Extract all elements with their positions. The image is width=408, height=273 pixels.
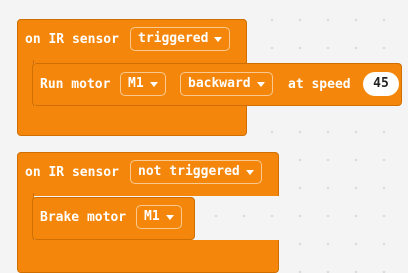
workspace[interactable]: on IR sensor triggered Run motor M1 back… — [0, 0, 408, 273]
motor-value: M1 — [128, 76, 144, 91]
caret-down-icon — [245, 169, 254, 175]
direction-value: backward — [188, 76, 251, 91]
motor-select-dropdown[interactable]: M1 — [120, 72, 166, 96]
event-footer — [17, 106, 247, 136]
motor-select-dropdown[interactable]: M1 — [136, 205, 182, 229]
motor-value: M1 — [144, 209, 160, 224]
sensor-state-value: not triggered — [138, 164, 240, 179]
caret-down-icon — [256, 81, 265, 87]
sensor-state-dropdown[interactable]: not triggered — [130, 160, 262, 184]
sensor-state-dropdown[interactable]: triggered — [130, 27, 231, 51]
event-label: on IR sensor — [25, 165, 119, 180]
speed-input[interactable]: 45 — [363, 72, 399, 96]
sensor-state-value: triggered — [138, 31, 209, 46]
caret-down-icon — [149, 81, 158, 87]
brake-motor-label: Brake motor — [40, 210, 127, 225]
direction-dropdown[interactable]: backward — [180, 72, 273, 96]
caret-down-icon — [165, 214, 174, 220]
event-footer — [17, 240, 279, 273]
speed-label: at speed — [288, 77, 351, 92]
event-label: on IR sensor — [25, 32, 119, 47]
caret-down-icon — [214, 36, 223, 42]
run-motor-label: Run motor — [40, 77, 111, 92]
